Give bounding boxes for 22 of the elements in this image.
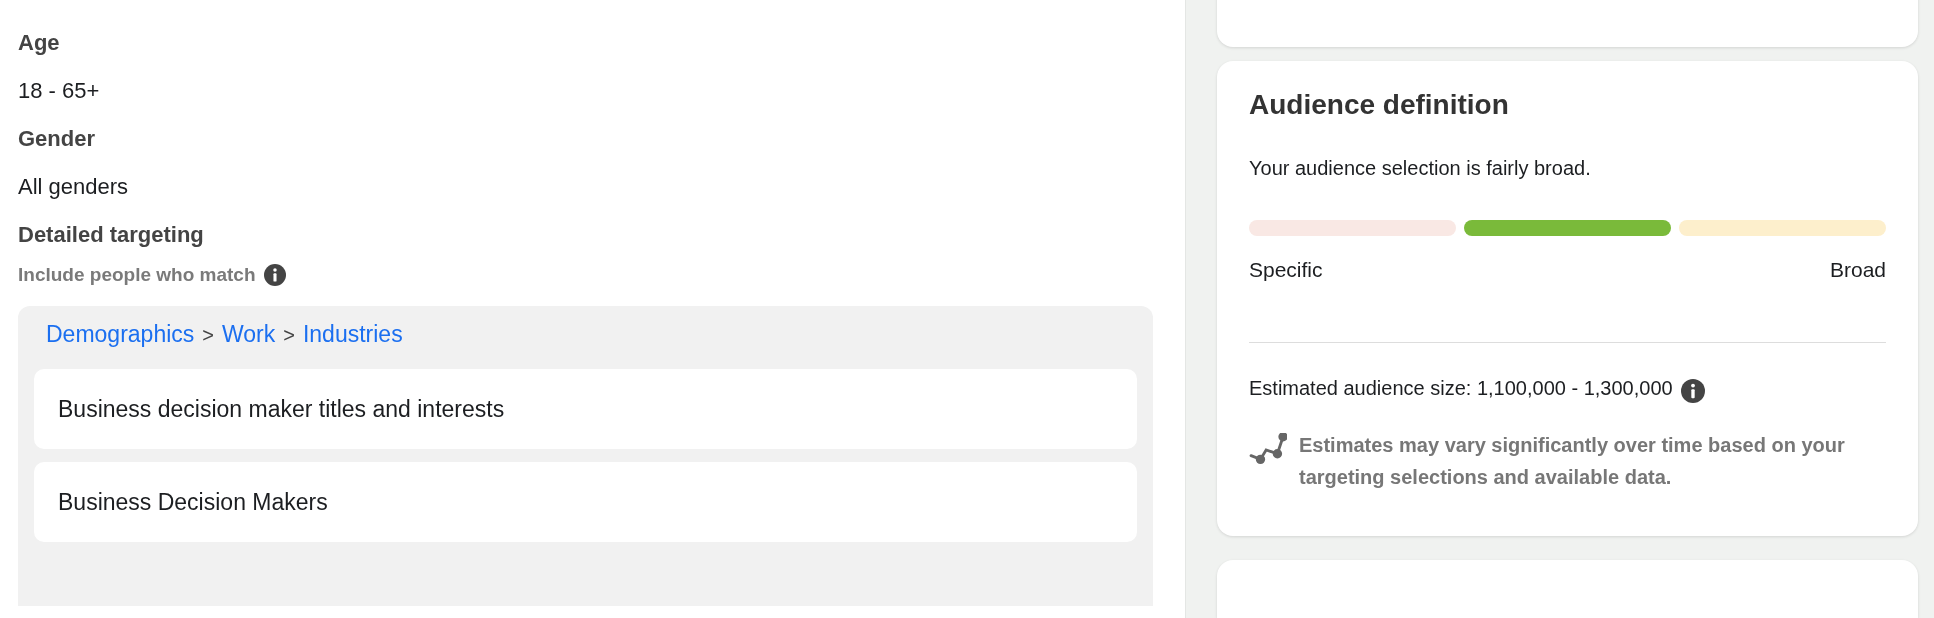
field-label: Age: [18, 30, 61, 56]
scale-label: Broad: [1829, 258, 1886, 283]
scale-label: Specific: [1249, 258, 1323, 283]
audience-summary: Your audience selection is fairly broad.: [1249, 157, 1592, 181]
info-icon[interactable]: [1680, 379, 1705, 404]
breadcrumb-separator: >: [283, 323, 295, 348]
targeting-item[interactable]: Business Decision Makers: [34, 462, 1137, 542]
breadcrumb-link[interactable]: Industries: [302, 320, 403, 348]
field-label: Detailed targeting: [18, 222, 205, 248]
estimate-note: Estimates may vary significantly over time based on your targeting selections and available data.: [1299, 433, 1846, 491]
breadcrumb-separator: >: [202, 323, 214, 348]
targeting-item[interactable]: Business decision maker titles and interests: [34, 369, 1137, 449]
audience-estimate: Estimated audience size: 1,100,000 - 1,300,000: [1249, 376, 1673, 400]
field-value: 18 - 65+: [18, 78, 101, 104]
trend-line-icon: [1249, 433, 1287, 466]
breadcrumb-link[interactable]: Demographics: [46, 320, 195, 348]
info-icon[interactable]: [263, 264, 286, 286]
field-label: Gender: [18, 126, 97, 152]
field-value: All genders: [18, 174, 130, 200]
hint-text: Include people who match: [18, 264, 256, 286]
card-title: Audience definition: [1249, 89, 1510, 122]
breadcrumb-link[interactable]: Work: [222, 320, 276, 348]
